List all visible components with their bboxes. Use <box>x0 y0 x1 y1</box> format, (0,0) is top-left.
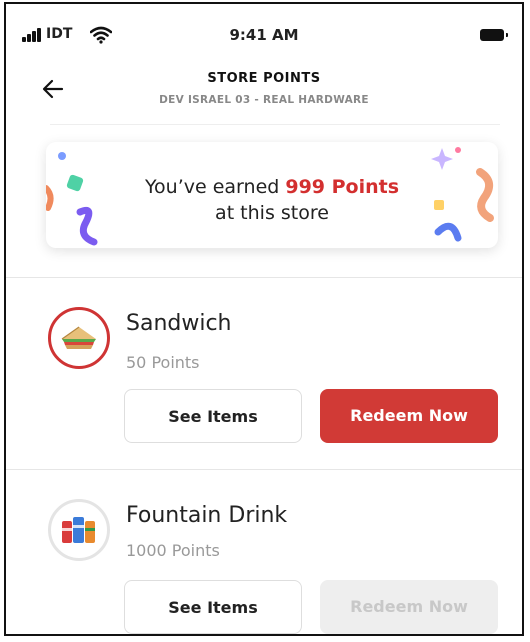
item-points: 50 Points <box>126 353 200 372</box>
see-items-button[interactable]: See Items <box>124 580 302 634</box>
item-avatar <box>48 499 110 561</box>
sandwich-icon <box>61 326 96 349</box>
points-value: 999 Points <box>285 176 400 198</box>
item-name: Sandwich <box>126 311 232 336</box>
battery-icon <box>480 29 508 41</box>
reward-item-sandwich: Sandwich 50 Points See Items Redeem Now <box>6 278 522 458</box>
store-name: DEV ISRAEL 03 - REAL HARDWARE <box>159 94 369 106</box>
page-title: STORE POINTS <box>207 71 321 86</box>
status-time: 9:41 AM <box>229 26 299 44</box>
redeem-now-button-disabled: Redeem Now <box>320 580 498 634</box>
header-divider <box>50 124 500 125</box>
item-avatar <box>48 307 110 369</box>
redeem-now-button[interactable]: Redeem Now <box>320 389 498 443</box>
status-bar: IDT 9:41 AM <box>6 22 522 46</box>
see-items-button[interactable]: See Items <box>124 389 302 443</box>
reward-item-fountain-drink: Fountain Drink 1000 Points See Items Red… <box>6 470 522 634</box>
item-points: 1000 Points <box>126 541 220 560</box>
confetti-right-decoration <box>431 147 494 242</box>
phone-screen: IDT 9:41 AM STORE POINTS DEV ISRAEL 03 -… <box>4 2 524 636</box>
soda-cans-icon <box>62 517 95 543</box>
points-summary-card: You’ve earned 999 Points at this store <box>46 142 498 248</box>
item-name: Fountain Drink <box>126 503 288 528</box>
